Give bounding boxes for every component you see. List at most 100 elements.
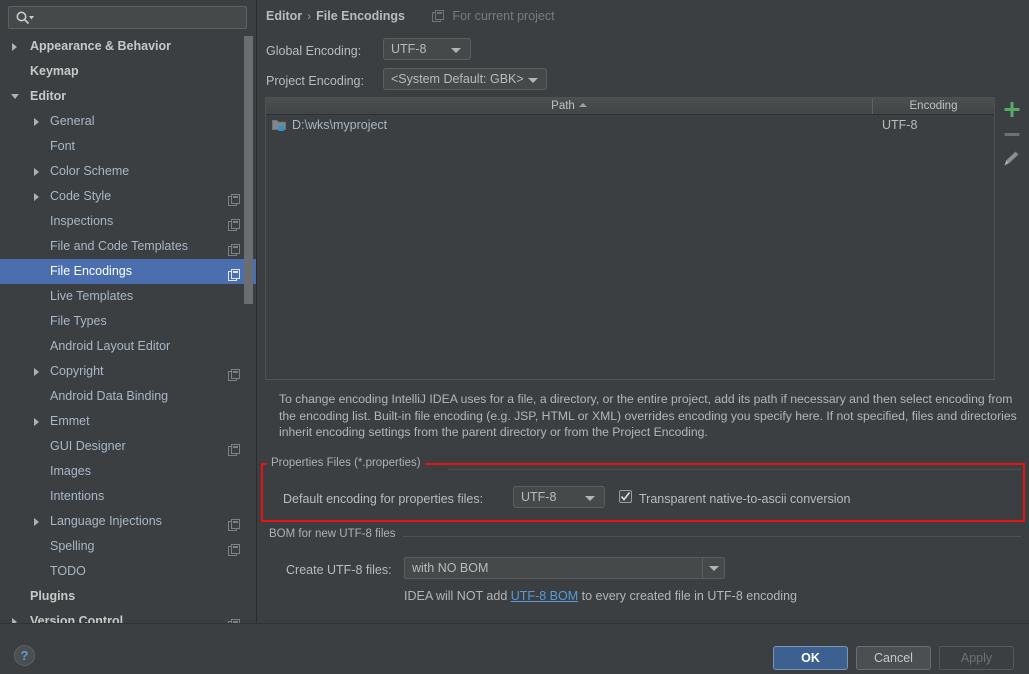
create-utf8-combo[interactable]: with NO BOM: [404, 557, 725, 579]
bom-note: IDEA will NOT add UTF-8 BOM to every cre…: [404, 589, 797, 603]
sidebar-item-language-injections[interactable]: Language Injections: [0, 509, 257, 534]
sidebar-scrollbar[interactable]: [244, 36, 253, 621]
settings-dialog: Appearance & Behavior Keymap Editor General…: [0, 0, 1029, 674]
chevron-right-icon[interactable]: [32, 409, 46, 434]
project-encoding-combo[interactable]: <System Default: GBK>: [383, 68, 547, 90]
sidebar-item-font[interactable]: Font: [0, 134, 257, 159]
module-icon: [228, 365, 240, 381]
sidebar-item-gui-designer[interactable]: GUI Designer: [0, 434, 257, 459]
help-button[interactable]: ?: [14, 645, 35, 666]
sidebar-item-file-types[interactable]: File Types: [0, 309, 257, 334]
sidebar-item-intentions[interactable]: Intentions: [0, 484, 257, 509]
search-icon[interactable]: [15, 10, 35, 26]
sort-ascending-icon: [578, 103, 587, 107]
sidebar-item-keymap[interactable]: Keymap: [0, 59, 257, 84]
chevron-down-icon: [585, 496, 595, 501]
table-header-row: Path Encoding: [266, 98, 994, 115]
settings-tree[interactable]: Appearance & Behavior Keymap Editor General…: [0, 34, 257, 623]
folder-module-icon: [272, 118, 287, 135]
utf8-bom-link[interactable]: UTF-8 BOM: [511, 589, 578, 603]
column-header-path[interactable]: Path: [266, 98, 872, 114]
native-to-ascii-checkbox[interactable]: [619, 490, 632, 503]
encodings-table[interactable]: Path Encoding D:\wks\myproject UTF-8: [265, 97, 995, 380]
sidebar-item-label: Appearance & Behavior: [30, 39, 172, 53]
global-encoding-combo[interactable]: UTF-8: [383, 38, 471, 60]
table-row[interactable]: D:\wks\myproject UTF-8: [266, 115, 994, 135]
encodings-description: To change encoding IntelliJ IDEA uses fo…: [279, 392, 1017, 439]
sidebar-item-label: Color Scheme: [50, 164, 130, 178]
remove-button[interactable]: [996, 122, 1029, 147]
chevron-right-icon[interactable]: [32, 359, 46, 384]
sidebar-item-code-style[interactable]: Code Style: [0, 184, 257, 209]
settings-tree-list: Appearance & Behavior Keymap Editor General…: [0, 34, 257, 623]
chevron-down-icon: [451, 48, 461, 53]
group-divider-line: [403, 536, 1021, 537]
bom-group-title: BOM for new UTF-8 files: [265, 528, 400, 540]
sidebar-item-label: Emmet: [50, 414, 90, 428]
edit-button[interactable]: [996, 147, 1029, 172]
module-icon: [228, 265, 240, 281]
module-icon: [228, 540, 240, 556]
ok-button[interactable]: OK: [773, 646, 848, 670]
sidebar-item-spelling[interactable]: Spelling: [0, 534, 257, 559]
properties-files-group-title: Properties Files (*.properties): [267, 457, 425, 469]
sidebar-item-label: Plugins: [30, 589, 76, 603]
search-field-wrapper: [8, 6, 247, 29]
sidebar-scrollbar-thumb[interactable]: [244, 36, 253, 304]
module-icon: [228, 190, 240, 206]
sidebar-item-label: TODO: [50, 564, 86, 578]
sidebar-item-todo[interactable]: TODO: [0, 559, 257, 584]
module-icon: [432, 10, 444, 25]
sidebar-item-emmet[interactable]: Emmet: [0, 409, 257, 434]
native-to-ascii-label[interactable]: Transparent native-to-ascii conversion: [639, 488, 850, 510]
sidebar-item-label: Editor: [30, 89, 67, 103]
search-input[interactable]: [8, 6, 247, 29]
chevron-right-icon[interactable]: [32, 184, 46, 209]
table-toolbar: [996, 97, 1029, 380]
chevron-right-icon[interactable]: [32, 509, 46, 534]
column-header-encoding[interactable]: Encoding: [873, 98, 994, 114]
breadcrumb: Editor › File Encodings: [266, 9, 405, 27]
chevron-down-icon[interactable]: [10, 84, 24, 109]
sidebar-item-version-control[interactable]: Version Control: [0, 609, 257, 623]
sidebar-item-label: Keymap: [30, 64, 79, 78]
sidebar-item-label: Intentions: [50, 489, 105, 503]
sidebar-item-live-templates[interactable]: Live Templates: [0, 284, 257, 309]
chevron-down-icon[interactable]: [702, 558, 724, 578]
chevron-right-icon[interactable]: [32, 109, 46, 134]
chevron-right-icon[interactable]: [10, 609, 24, 623]
module-icon: [228, 440, 240, 456]
module-icon: [228, 615, 240, 623]
for-current-project-label: For current project: [452, 9, 555, 23]
sidebar-item-plugins[interactable]: Plugins: [0, 584, 257, 609]
sidebar-item-copyright[interactable]: Copyright: [0, 359, 257, 384]
global-encoding-value: UTF-8: [391, 42, 427, 56]
sidebar-item-appearance-behavior[interactable]: Appearance & Behavior: [0, 34, 257, 59]
sidebar-item-general[interactable]: General: [0, 109, 257, 134]
sidebar-item-images[interactable]: Images: [0, 459, 257, 484]
default-properties-encoding-combo[interactable]: UTF-8: [513, 486, 605, 508]
sidebar-item-file-encodings[interactable]: File Encodings: [0, 259, 257, 284]
sidebar-item-inspections[interactable]: Inspections: [0, 209, 257, 234]
add-button[interactable]: [996, 97, 1029, 122]
group-divider-line: [448, 469, 1021, 470]
create-utf8-label: Create UTF-8 files:: [286, 563, 392, 577]
apply-button[interactable]: Apply: [939, 646, 1014, 670]
cancel-button[interactable]: Cancel: [856, 646, 931, 670]
sidebar-item-android-data-binding[interactable]: Android Data Binding: [0, 384, 257, 409]
sidebar-item-label: Android Layout Editor: [50, 339, 171, 353]
sidebar-item-color-scheme[interactable]: Color Scheme: [0, 159, 257, 184]
settings-main-panel: Editor › File Encodings For current projec…: [257, 0, 1029, 623]
breadcrumb-parent[interactable]: Editor: [266, 9, 302, 23]
chevron-right-icon[interactable]: [10, 34, 24, 59]
column-header-encoding-label: Encoding: [909, 100, 958, 112]
chevron-right-icon[interactable]: [32, 159, 46, 184]
create-utf8-value: with NO BOM: [412, 561, 489, 575]
sidebar-item-label: Inspections: [50, 214, 114, 228]
sidebar-item-file-and-code-templates[interactable]: File and Code Templates: [0, 234, 257, 259]
bom-note-before: IDEA will NOT add: [404, 589, 511, 603]
sidebar-item-label: Code Style: [50, 189, 112, 203]
breadcrumb-current: File Encodings: [316, 9, 406, 23]
sidebar-item-editor[interactable]: Editor: [0, 84, 257, 109]
sidebar-item-android-layout-editor[interactable]: Android Layout Editor: [0, 334, 257, 359]
